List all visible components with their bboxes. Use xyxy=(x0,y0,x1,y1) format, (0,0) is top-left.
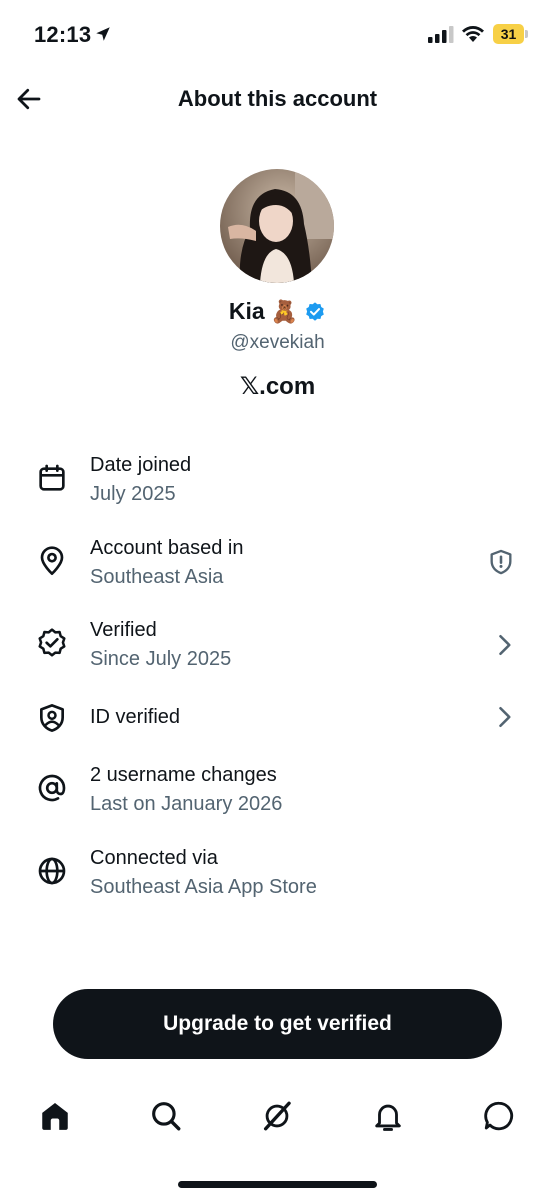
info-row-connected-via: Connected via Southeast Asia App Store xyxy=(0,841,555,911)
info-row-date-joined: Date joined July 2025 xyxy=(0,448,555,518)
chevron-right-icon[interactable] xyxy=(490,631,518,659)
messages-icon[interactable] xyxy=(482,1099,516,1133)
verified-check-icon xyxy=(38,628,66,657)
header: About this account xyxy=(0,70,555,130)
battery-icon: 31 xyxy=(493,24,529,44)
avatar[interactable] xyxy=(220,169,334,283)
info-row-username-changes: 2 username changes Last on January 2026 xyxy=(0,758,555,828)
user-handle: @xevekiah xyxy=(230,332,325,353)
verified-badge-icon[interactable] xyxy=(304,301,326,323)
battery-level: 31 xyxy=(500,26,517,42)
info-row-id-verified[interactable]: ID verified xyxy=(0,697,555,741)
search-icon[interactable] xyxy=(149,1099,183,1133)
info-subtitle: Southeast Asia xyxy=(90,566,224,588)
info-title: ID verified xyxy=(90,706,181,728)
info-subtitle: July 2025 xyxy=(90,483,176,505)
page-title: About this account xyxy=(177,86,378,111)
avatar-photo xyxy=(220,169,334,283)
info-row-verified[interactable]: Verified Since July 2025 xyxy=(0,613,555,683)
home-indicator[interactable] xyxy=(178,1181,377,1188)
at-sign-icon xyxy=(38,774,66,802)
notifications-bell-icon[interactable] xyxy=(371,1099,405,1133)
info-row-account-based-in: Account based in Southeast Asia xyxy=(0,531,555,601)
shield-alert-icon[interactable] xyxy=(487,548,515,576)
location-pin-icon xyxy=(40,546,64,575)
display-name: Kia xyxy=(228,298,265,324)
location-arrow-icon xyxy=(96,27,110,41)
info-title: Date joined xyxy=(90,454,192,476)
id-shield-icon xyxy=(40,704,64,732)
info-title: Verified xyxy=(90,619,157,641)
wifi-icon xyxy=(462,26,484,42)
calendar-icon xyxy=(39,464,65,491)
globe-icon xyxy=(38,857,66,885)
info-subtitle: Last on January 2026 xyxy=(90,793,283,815)
status-bar: 12:13 31 xyxy=(0,0,555,70)
site-label: 𝕏.com xyxy=(239,373,316,400)
info-subtitle: Since July 2025 xyxy=(90,648,232,670)
info-title: Account based in xyxy=(90,537,244,559)
grok-icon[interactable] xyxy=(260,1099,294,1133)
info-title: 2 username changes xyxy=(90,764,277,786)
name-row: Kia 🧸 xyxy=(0,298,555,325)
info-title: Connected via xyxy=(90,847,218,869)
home-icon[interactable] xyxy=(38,1099,72,1133)
chevron-right-icon[interactable] xyxy=(490,703,518,731)
signal-icon xyxy=(428,26,454,43)
upgrade-button[interactable]: Upgrade to get verified xyxy=(53,989,502,1059)
battery-cap xyxy=(525,30,528,38)
info-subtitle: Southeast Asia App Store xyxy=(90,876,317,898)
status-time: 12:13 xyxy=(34,22,92,47)
teddy-bear-emoji: 🧸 xyxy=(270,298,299,324)
